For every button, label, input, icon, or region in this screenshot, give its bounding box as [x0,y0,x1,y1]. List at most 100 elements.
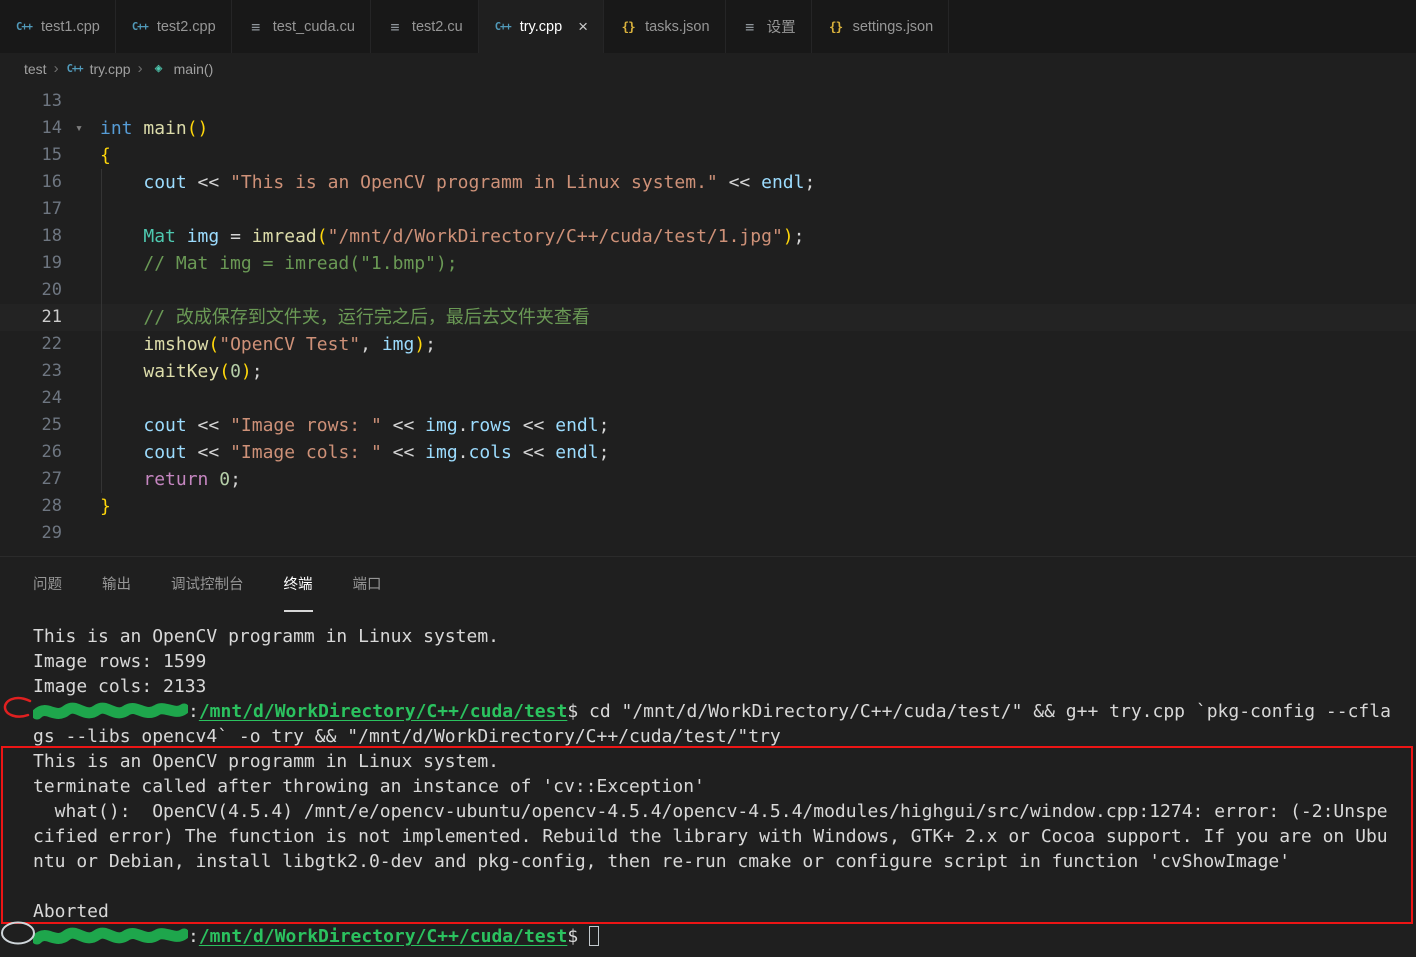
gutter[interactable]: 22 [0,331,96,358]
panel-tab-终端[interactable]: 终端 [284,557,313,612]
gutter[interactable]: 16 [0,169,96,196]
code-line[interactable]: 24 [0,385,1416,412]
code-token: << [512,442,555,463]
code-token: endl [761,172,804,193]
gutter[interactable]: 18 [0,223,96,250]
tab-bar: C++test1.cppC++test2.cpp≡test_cuda.cu≡te… [0,0,1416,53]
terminal-line: Aborted [33,899,1416,924]
code-line[interactable]: 18 Mat img = imread("/mnt/d/WorkDirector… [0,223,1416,250]
fold-chevron-icon[interactable]: ▾ [62,115,96,142]
panel-tab-调试控制台[interactable]: 调试控制台 [171,557,244,612]
code-line[interactable]: 20 [0,277,1416,304]
terminal-text: terminate called after throwing an insta… [33,776,705,797]
gutter[interactable]: 26 [0,439,96,466]
code-token: ; [599,415,610,436]
gutter[interactable]: 19 [0,250,96,277]
terminal-text: cified error) The function is not implem… [33,826,1388,847]
line-number: 21 [0,304,62,331]
code-line[interactable]: 15{ [0,142,1416,169]
code-line[interactable]: 23 waitKey(0); [0,358,1416,385]
code-line[interactable]: 29 [0,520,1416,547]
terminal-text: gs --libs opencv4` -o try && "/mnt/d/Wor… [33,726,781,747]
terminal[interactable]: This is an OpenCV programm in Linux syst… [0,612,1416,957]
code-line[interactable]: 22 imshow("OpenCV Test", img); [0,331,1416,358]
gutter[interactable]: 13 [0,88,96,115]
code-token [208,469,219,490]
gutter[interactable]: 15 [0,142,96,169]
code-line[interactable]: 28} [0,493,1416,520]
terminal-line: Image cols: 2133 [33,674,1416,699]
terminal-line: This is an OpenCV programm in Linux syst… [33,624,1416,649]
code-token [100,307,143,328]
tab-label: 设置 [767,16,796,37]
cpp-icon: C++ [15,18,33,36]
gutter[interactable]: 29 [0,520,96,547]
code-line[interactable]: 26 cout << "Image cols: " << img.cols <<… [0,439,1416,466]
code-token: << [187,442,230,463]
code-line[interactable]: 14▾int main() [0,115,1416,142]
code-token: = [219,226,252,247]
code-content: cout << "This is an OpenCV programm in L… [96,169,815,196]
code-token: // Mat img = imread("1.bmp"); [143,253,457,274]
code-line[interactable]: 27 return 0; [0,466,1416,493]
tab-test_cuda.cu[interactable]: ≡test_cuda.cu [232,0,371,53]
cpp-icon: C++ [66,60,84,78]
vscode-window: C++test1.cppC++test2.cpp≡test_cuda.cu≡te… [0,0,1416,957]
tab-test1.cpp[interactable]: C++test1.cpp [0,0,116,53]
terminal-text: : [188,926,199,947]
code-token: ) [414,334,425,355]
code-line[interactable]: 16 cout << "This is an OpenCV programm i… [0,169,1416,196]
gutter[interactable]: 20 [0,277,96,304]
gutter[interactable]: 25 [0,412,96,439]
line-number: 25 [0,412,62,439]
gutter[interactable]: 27 [0,466,96,493]
code-line[interactable]: 13 [0,88,1416,115]
gutter[interactable]: 24 [0,385,96,412]
code-token: . [458,442,469,463]
terminal-path-link[interactable]: /mnt/d/WorkDirectory/C++/cuda/test [199,926,567,947]
code-token: cout [143,172,186,193]
code-content: cout << "Image rows: " << img.rows << en… [96,412,609,439]
code-editor[interactable]: 1314▾int main()15{16 cout << "This is an… [0,84,1416,556]
terminal-path-link[interactable]: /mnt/d/WorkDirectory/C++/cuda/test [199,701,567,722]
line-number: 15 [0,142,62,169]
tab-settings.json[interactable]: {}settings.json [812,0,950,53]
code-line[interactable]: 19 // Mat img = imread("1.bmp"); [0,250,1416,277]
code-token: << [382,442,425,463]
code-line[interactable]: 25 cout << "Image rows: " << img.rows <<… [0,412,1416,439]
tab-test2.cpp[interactable]: C++test2.cpp [116,0,232,53]
gutter[interactable]: 23 [0,358,96,385]
code-token: cout [143,415,186,436]
json-icon: {} [827,18,845,36]
code-line[interactable]: 17 [0,196,1416,223]
panel-tab-输出[interactable]: 输出 [102,557,131,612]
fold-spacer [62,358,96,385]
breadcrumb-item-try.cpp[interactable]: C++try.cpp [66,60,131,78]
tab-try.cpp[interactable]: C++try.cpp× [479,0,604,53]
tab-设置[interactable]: ≡设置 [726,0,812,53]
annotation-red-pen-mark [1,694,33,722]
terminal-lines: This is an OpenCV programm in Linux syst… [33,624,1416,949]
code-token: } [100,496,111,517]
gutter[interactable]: 28 [0,493,96,520]
gutter[interactable]: 21 [0,304,96,331]
gutter[interactable]: 17 [0,196,96,223]
tab-test2.cu[interactable]: ≡test2.cu [371,0,479,53]
gutter[interactable]: 14▾ [0,115,96,142]
cpp-icon: C++ [131,18,149,36]
panel-tab-问题[interactable]: 问题 [33,557,62,612]
code-token [133,118,144,139]
code-line[interactable]: 21 // 改成保存到文件夹，运行完之后，最后去文件夹查看 [0,304,1416,331]
code-content: return 0; [96,466,241,493]
terminal-line: Image rows: 1599 [33,649,1416,674]
redacted-username-scribble [33,926,188,946]
breadcrumb-item-main()[interactable]: ◈main() [150,60,214,78]
code-content: // Mat img = imread("1.bmp"); [96,250,458,277]
breadcrumb-item-test[interactable]: test [24,61,47,77]
code-token: cout [143,442,186,463]
code-token: img [382,334,415,355]
panel-tab-端口[interactable]: 端口 [353,557,382,612]
code-content [96,277,100,304]
close-icon[interactable]: × [578,18,588,35]
tab-tasks.json[interactable]: {}tasks.json [604,0,725,53]
